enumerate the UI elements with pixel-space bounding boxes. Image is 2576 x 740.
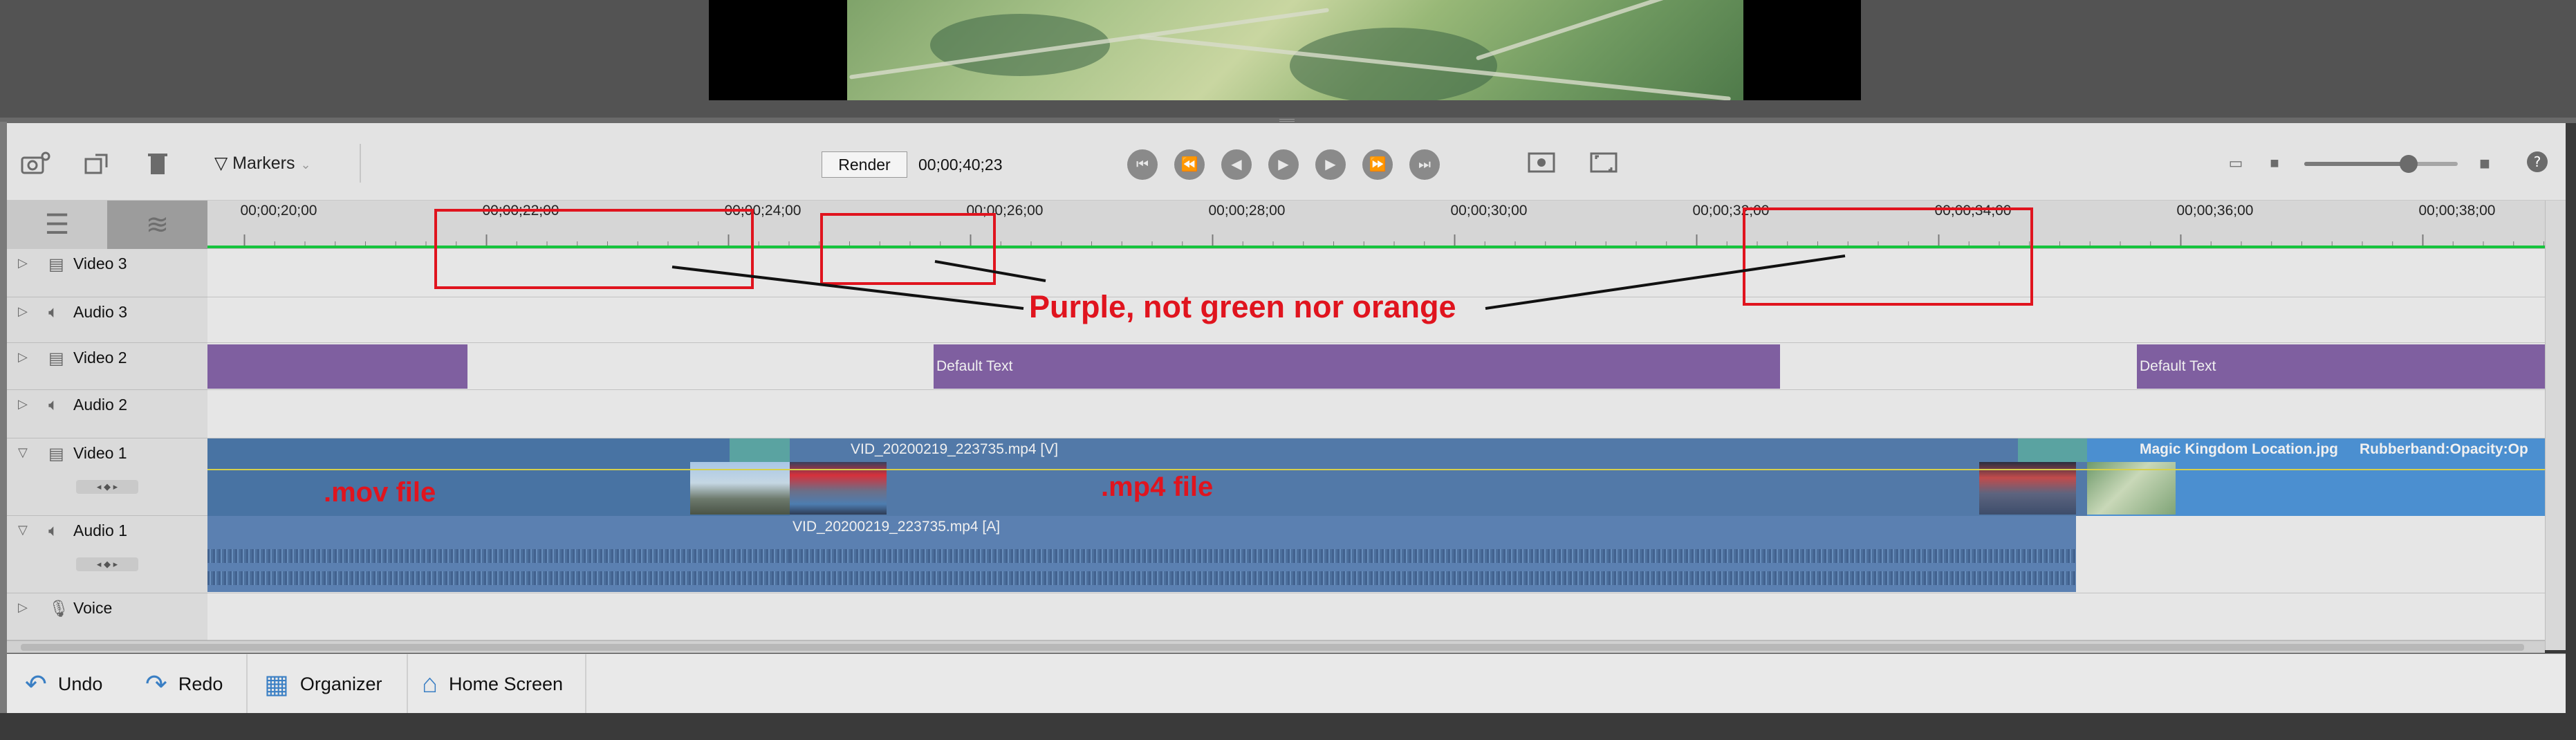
annotation-lines xyxy=(671,255,1846,310)
bottom-bar-divider xyxy=(246,654,248,714)
undo-button[interactable]: ↶ Undo xyxy=(25,667,102,701)
annotation-mov-label: .mov file xyxy=(324,477,436,508)
window-bottom xyxy=(0,713,2576,740)
organizer-label: Organizer xyxy=(299,673,382,694)
undo-icon: ↶ xyxy=(25,669,47,699)
annotation-callout: Purple, not green nor orange xyxy=(1029,289,1456,324)
home-label: Home Screen xyxy=(448,673,564,694)
organizer-icon: ▦ xyxy=(264,669,289,699)
bottom-bar-divider xyxy=(585,654,586,714)
bottom-bar-divider xyxy=(407,654,408,714)
redo-button[interactable]: ↷ Redo xyxy=(145,667,223,701)
annotation-mp4-label: .mp4 file xyxy=(1101,472,1214,502)
undo-label: Undo xyxy=(57,673,103,694)
organizer-button[interactable]: ▦ Organizer xyxy=(264,667,382,701)
redo-icon: ↷ xyxy=(145,669,167,699)
redo-label: Redo xyxy=(178,673,223,694)
home-icon: ⌂ xyxy=(422,669,438,699)
home-screen-button[interactable]: ⌂ Home Screen xyxy=(422,667,563,701)
bottom-bar: ↶ Undo ↷ Redo ▦ Organizer ⌂ Home Screen xyxy=(7,654,2566,714)
